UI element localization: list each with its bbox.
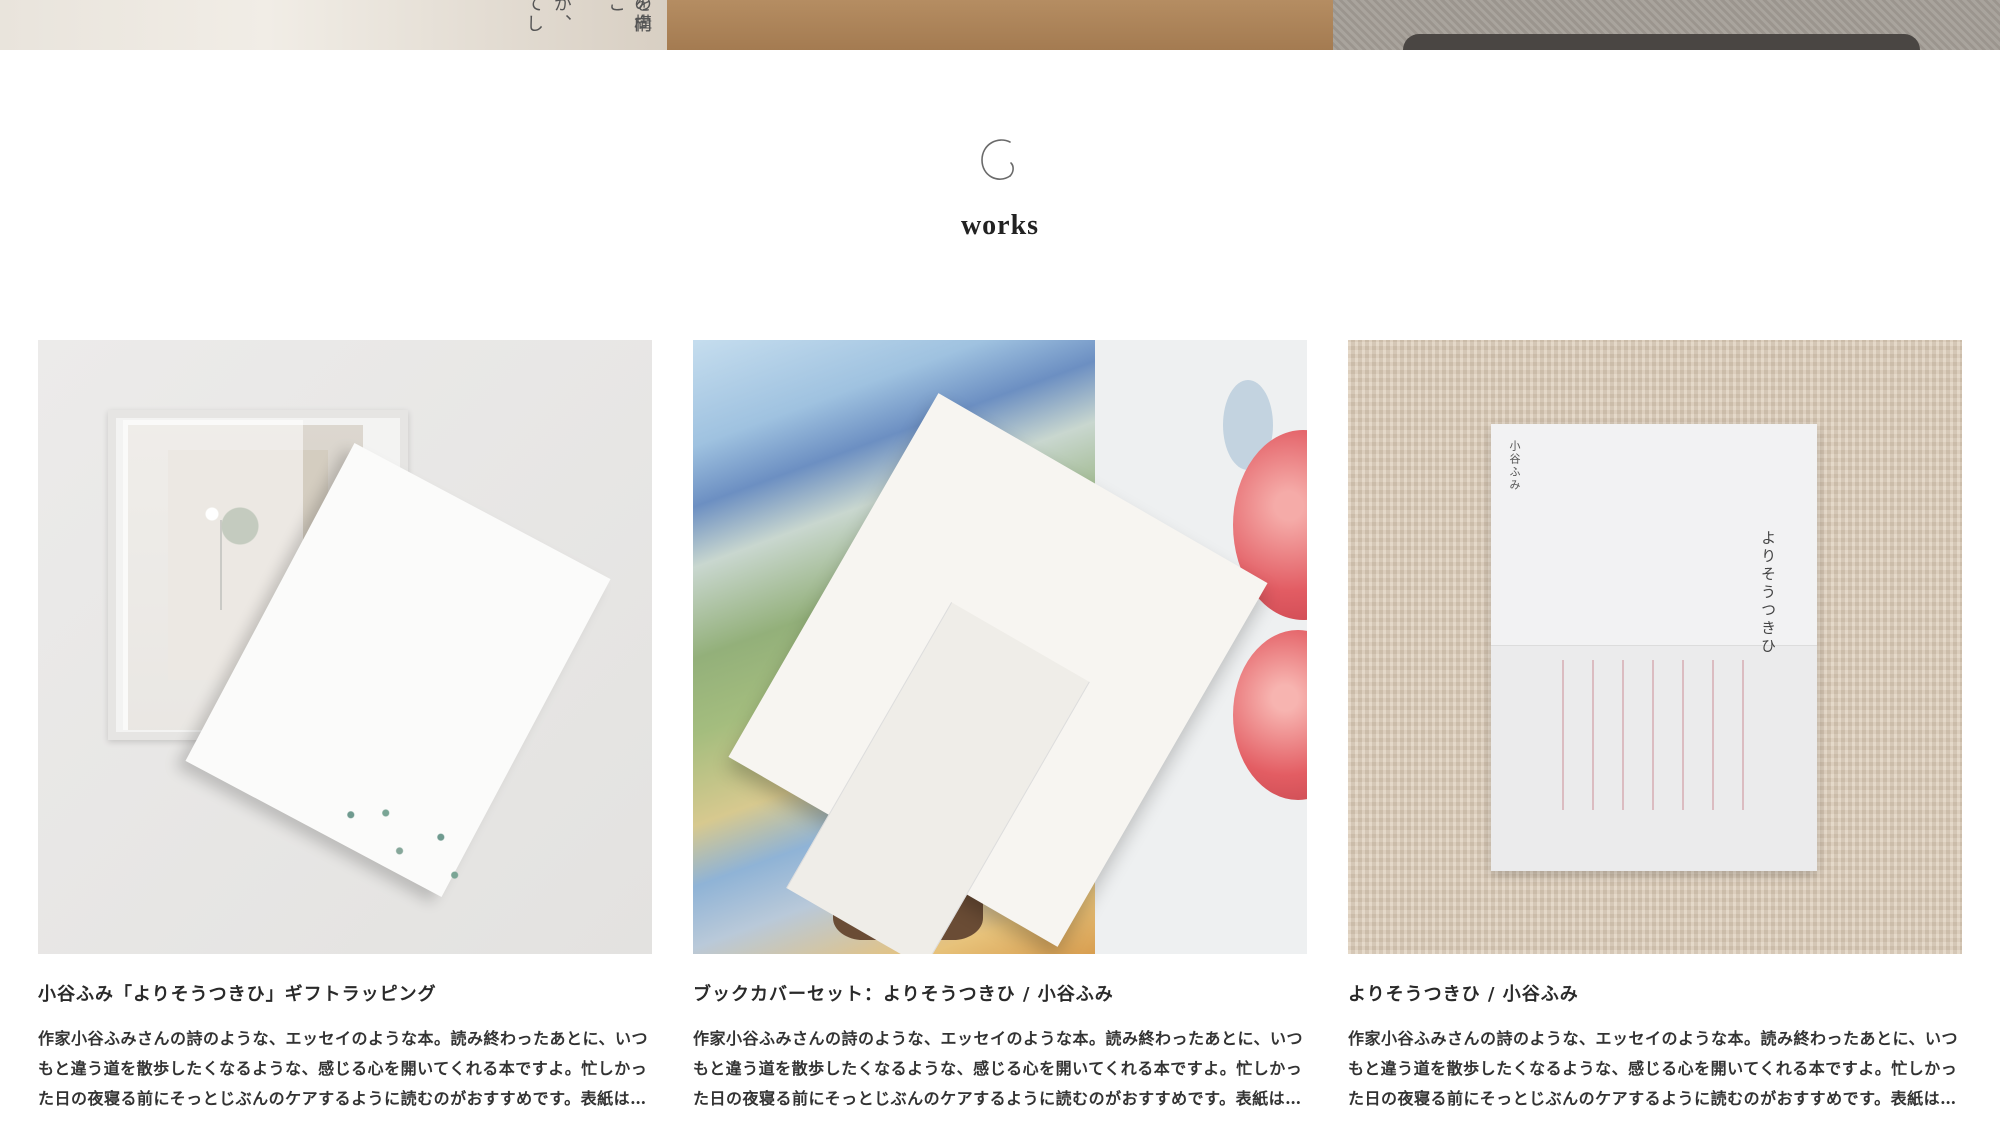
work-card-gift-wrapping[interactable]: 小谷ふみ「よりそうつきひ」ギフトラッピング 作家小谷ふみさんの詩のような、エッセ… (38, 340, 652, 1114)
watercolor-apple (1233, 630, 1307, 800)
previous-photo-wood[interactable] (666, 0, 1334, 50)
works-section-header: works (0, 130, 2000, 242)
work-thumbnail[interactable] (38, 340, 652, 954)
cover-title-text: よりそうつきひ (1759, 530, 1777, 656)
crescent-logo-icon (981, 139, 1014, 180)
works-grid: 小谷ふみ「よりそうつきひ」ギフトラッピング 作家小谷ふみさんの詩のような、エッセ… (38, 340, 1962, 1114)
band-poem-text (1548, 660, 1768, 810)
work-title[interactable]: 小谷ふみ「よりそうつきひ」ギフトラッピング (38, 980, 652, 1006)
work-description: 作家小谷ふみさんの詩のような、エッセイのような本。読み終わったあとに、いつもと違… (693, 1029, 1304, 1108)
work-card-book-cover-set[interactable]: ブックカバーセット：よりそうつきひ / 小谷ふみ 作家小谷ふみさんの詩のような、… (693, 340, 1307, 1114)
section-title: works (960, 210, 1040, 241)
book-page-text: の向こ (605, 0, 652, 34)
work-title[interactable]: よりそうつきひ / 小谷ふみ (1348, 980, 1962, 1006)
book-page-text: てし (523, 0, 544, 34)
cover-author-text: 小谷ふみ (1508, 440, 1521, 492)
work-description: 作家小谷ふみさんの詩のような、エッセイのような本。読み終わったあとに、いつもと違… (1348, 1029, 1959, 1108)
book-page-text: が、 (551, 0, 572, 34)
work-thumbnail[interactable]: 小谷ふみ よりそうつきひ (1348, 340, 1962, 954)
work-card-book[interactable]: 小谷ふみ よりそうつきひ よりそうつきひ / 小谷ふみ 作家小谷ふみさんの詩のよ… (1348, 340, 1962, 1114)
previous-photo-book-pages[interactable]: を構 の向こ が、 てし (0, 0, 667, 50)
top-image-strip: を構 の向こ が、 てし (0, 0, 2000, 50)
work-thumbnail[interactable] (693, 340, 1307, 954)
previous-photo-linen[interactable] (1333, 0, 2000, 50)
work-description: 作家小谷ふみさんの詩のような、エッセイのような本。読み終わったあとに、いつもと違… (38, 1029, 649, 1108)
work-title[interactable]: ブックカバーセット：よりそうつきひ / 小谷ふみ (693, 980, 1307, 1006)
